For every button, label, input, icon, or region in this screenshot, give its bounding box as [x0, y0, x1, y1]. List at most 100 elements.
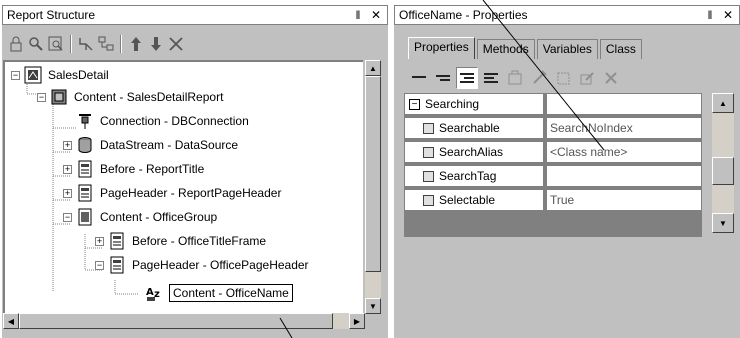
property-group-row[interactable]: − Searching — [404, 93, 702, 117]
report-structure-tree[interactable]: − SalesDetail − Content - SalesDetailRep… — [3, 60, 363, 314]
property-icon — [423, 194, 434, 206]
expand-lines-icon[interactable] — [432, 67, 454, 89]
tree-item[interactable]: − SalesDetail — [11, 64, 109, 86]
close-icon[interactable]: ✕ — [721, 8, 735, 22]
tree-item[interactable]: + DataStream - DataSource — [63, 134, 238, 156]
scroll-right-icon[interactable]: ▶ — [349, 313, 365, 329]
toolbar-separator — [120, 35, 122, 53]
property-icon — [423, 122, 434, 134]
pin-icon[interactable]: ‖ — [351, 8, 365, 22]
scroll-up-icon[interactable]: ▲ — [712, 93, 734, 113]
property-row[interactable]: Searchable SearchNoIndex — [404, 117, 702, 141]
tree-item-label: Before - ReportTitle — [100, 162, 205, 176]
tree-horizontal-scrollbar[interactable]: ◀ ▶ — [3, 313, 365, 329]
tree-item-label: Content - OfficeName — [169, 284, 293, 302]
property-row[interactable]: Selectable True — [404, 189, 702, 213]
tree-item-label: PageHeader - OfficePageHeader — [132, 258, 309, 272]
property-grid-scrollbar[interactable]: ▲ ▼ — [712, 93, 734, 233]
tree-item-label: Connection - DBConnection — [100, 114, 249, 128]
tree-item-label: Before - OfficeTitleFrame — [132, 234, 267, 248]
property-grid: − Searching Searchable SearchNoIndex Sea… — [404, 93, 702, 237]
datastream-icon — [76, 136, 94, 154]
scrollbar-thumb[interactable] — [19, 313, 333, 329]
tree-item-label: DataStream - DataSource — [100, 138, 239, 152]
property-name[interactable]: Searchable — [404, 117, 544, 139]
property-value-field[interactable] — [546, 165, 702, 187]
property-value-field[interactable]: True — [546, 189, 702, 211]
collapse-all-icon[interactable] — [408, 67, 430, 89]
panel-title: Report Structure — [7, 8, 96, 22]
scroll-up-icon[interactable]: ▲ — [365, 60, 381, 76]
tree-item[interactable]: + Before - ReportTitle — [63, 158, 204, 180]
tree-item[interactable]: Connection - DBConnection — [63, 110, 249, 132]
alphabetical-view-icon[interactable] — [480, 67, 502, 89]
scroll-down-icon[interactable]: ▼ — [365, 298, 381, 314]
property-row[interactable]: SearchTag — [404, 165, 702, 189]
tree-item-label: Content - SalesDetailReport — [74, 90, 224, 104]
property-label: SearchTag — [439, 169, 497, 183]
collapse-icon[interactable]: − — [63, 212, 72, 222]
tree-vertical-scrollbar[interactable]: ▲ ▼ — [365, 60, 381, 314]
tree-item-label: SalesDetail — [48, 68, 109, 82]
scroll-left-icon[interactable]: ◀ — [3, 313, 19, 329]
property-group-value — [546, 93, 702, 115]
collapse-icon[interactable]: − — [11, 70, 20, 80]
delete-icon[interactable] — [166, 34, 186, 54]
pin-icon[interactable]: ‖ — [703, 8, 717, 22]
structure-view-icon[interactable] — [96, 34, 116, 54]
properties-title-bar: OfficeName - Properties ‖ ✕ — [394, 5, 740, 25]
property-icon — [423, 170, 434, 182]
field-icon: Az — [145, 284, 163, 302]
tab-properties[interactable]: Properties — [408, 37, 475, 59]
property-icon — [423, 146, 434, 158]
tree-item-selected[interactable]: Az Content - OfficeName — [145, 282, 293, 304]
property-value-field[interactable]: <Class name> — [546, 141, 702, 163]
expand-icon[interactable]: + — [95, 236, 104, 246]
property-group-name[interactable]: − Searching — [404, 93, 544, 115]
collapse-icon[interactable]: − — [37, 92, 46, 102]
tree-item-label: PageHeader - ReportPageHeader — [100, 186, 282, 200]
tab-class[interactable]: Class — [599, 39, 642, 59]
content-icon — [50, 88, 68, 106]
expand-icon[interactable]: + — [63, 164, 72, 174]
collapse-icon[interactable]: − — [409, 98, 420, 110]
find-icon[interactable] — [26, 34, 46, 54]
tab-variables[interactable]: Variables — [536, 39, 598, 59]
tree-item[interactable]: + Before - OfficeTitleFrame — [95, 230, 266, 252]
move-down-icon[interactable] — [146, 34, 166, 54]
close-icon[interactable]: ✕ — [369, 8, 383, 22]
tree-item[interactable]: − Content - OfficeGroup — [63, 206, 217, 228]
tree-item[interactable]: − PageHeader - OfficePageHeader — [95, 254, 309, 276]
tab-methods[interactable]: Methods — [476, 39, 535, 59]
tree-item[interactable]: + PageHeader - ReportPageHeader — [63, 182, 281, 204]
tree-layout-icon[interactable] — [76, 34, 96, 54]
collapse-icon[interactable]: − — [95, 260, 104, 270]
scroll-down-icon[interactable]: ▼ — [712, 213, 734, 233]
property-name[interactable]: SearchAlias — [404, 141, 544, 163]
delete-icon — [600, 67, 622, 89]
lock-icon[interactable] — [6, 34, 26, 54]
report-icon — [24, 66, 42, 84]
filter-icon — [504, 67, 526, 89]
frame-icon — [76, 184, 94, 202]
report-structure-title-bar: Report Structure ‖ ✕ — [2, 5, 388, 25]
property-value-field[interactable]: SearchNoIndex — [546, 117, 702, 139]
tree-item-label: Content - OfficeGroup — [100, 210, 218, 224]
edit-icon — [528, 67, 550, 89]
expand-icon[interactable]: + — [63, 188, 72, 198]
scrollbar-thumb[interactable] — [365, 76, 381, 272]
property-name[interactable]: SearchTag — [404, 165, 544, 187]
group-icon — [76, 208, 94, 226]
tree-item[interactable]: − Content - SalesDetailReport — [37, 86, 223, 108]
move-up-icon[interactable] — [126, 34, 146, 54]
property-name[interactable]: Selectable — [404, 189, 544, 211]
expand-icon[interactable]: + — [63, 140, 72, 150]
scrollbar-thumb[interactable] — [712, 157, 734, 185]
properties-tabs: Properties Methods Variables Class — [408, 37, 644, 59]
find-in-page-icon[interactable] — [46, 34, 66, 54]
property-row[interactable]: SearchAlias <Class name> — [404, 141, 702, 165]
categorized-view-icon[interactable] — [456, 67, 478, 89]
frame-icon — [108, 256, 126, 274]
property-label: SearchAlias — [439, 145, 504, 159]
property-label: Searchable — [439, 121, 500, 135]
